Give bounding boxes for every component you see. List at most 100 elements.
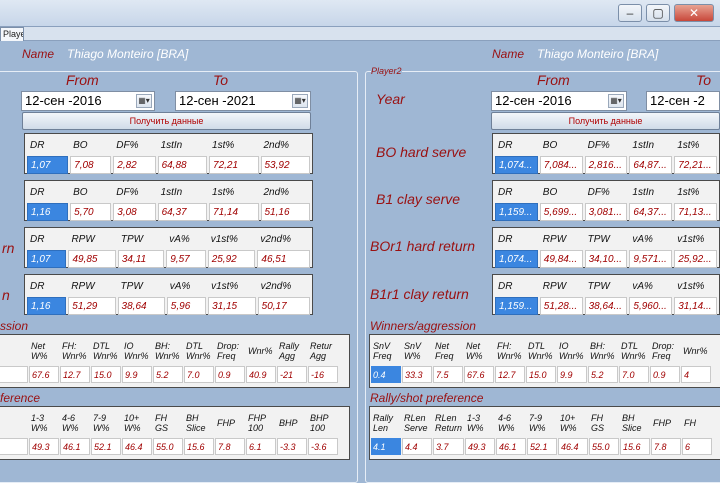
- table-cell[interactable]: 7.8: [651, 438, 682, 455]
- table-cell[interactable]: 31,15: [208, 297, 256, 315]
- table-cell[interactable]: 33.3: [402, 366, 432, 383]
- table-cell[interactable]: 2,82: [113, 156, 156, 174]
- table-cell[interactable]: 25,92: [207, 250, 256, 268]
- table-cell[interactable]: 49.3: [29, 438, 59, 455]
- table-cell[interactable]: -21: [277, 366, 307, 383]
- table-cell[interactable]: 7,084...: [539, 156, 583, 174]
- table-cell[interactable]: 9.9: [122, 366, 152, 383]
- table-cell[interactable]: 64,87...: [629, 156, 673, 174]
- table-cell[interactable]: 49,84...: [539, 250, 583, 268]
- table-cell[interactable]: 38,64...: [584, 297, 628, 315]
- table-cell[interactable]: 71,14: [209, 203, 259, 221]
- table-cell[interactable]: 46.4: [558, 438, 589, 455]
- table-cell[interactable]: 7.0: [619, 366, 649, 383]
- table-cell[interactable]: 1,07: [27, 156, 69, 174]
- table-cell[interactable]: 1,16: [27, 297, 67, 315]
- table-cell[interactable]: 6: [682, 438, 713, 455]
- minimize-button[interactable]: –: [618, 4, 642, 22]
- table-cell[interactable]: 51,28...: [539, 297, 583, 315]
- table-cell[interactable]: 1,074...: [495, 250, 538, 268]
- table-cell[interactable]: 52.1: [91, 438, 121, 455]
- table-cell[interactable]: 0.9: [650, 366, 680, 383]
- table-cell[interactable]: 72,21...: [674, 156, 717, 174]
- right-get-data-button[interactable]: Получить данные: [491, 112, 720, 130]
- table-cell[interactable]: 64,37: [157, 203, 208, 221]
- right-to-date-picker[interactable]: 12-сен -2: [646, 91, 720, 111]
- table-cell[interactable]: 51,29: [68, 297, 116, 315]
- table-cell[interactable]: -3.6: [308, 438, 338, 455]
- table-cell[interactable]: 3.7: [433, 438, 465, 455]
- table-cell[interactable]: 4.1: [371, 438, 401, 455]
- table-cell[interactable]: 4.4: [402, 438, 432, 455]
- table-cell[interactable]: 55.0: [589, 438, 620, 455]
- table-cell[interactable]: 38,64: [117, 297, 165, 315]
- table-cell[interactable]: 15.0: [91, 366, 121, 383]
- table-cell[interactable]: -3.3: [277, 438, 307, 455]
- table-cell[interactable]: 1,159...: [495, 203, 538, 221]
- table-cell[interactable]: 71,13...: [674, 203, 717, 221]
- table-cell[interactable]: [0, 438, 28, 455]
- table-cell[interactable]: 9,57: [166, 250, 206, 268]
- calendar-dropdown-icon[interactable]: ▦▾: [608, 94, 624, 108]
- left-get-data-button[interactable]: Получить данные: [22, 112, 311, 130]
- table-cell[interactable]: 0.4: [371, 366, 401, 383]
- table-cell[interactable]: 5.2: [588, 366, 618, 383]
- table-cell[interactable]: 31,14...: [674, 297, 717, 315]
- table-cell[interactable]: 5.2: [153, 366, 183, 383]
- calendar-dropdown-icon[interactable]: ▦▾: [136, 94, 152, 108]
- table-cell[interactable]: 53,92: [260, 156, 310, 174]
- table-cell[interactable]: 15.6: [184, 438, 214, 455]
- table-cell[interactable]: 7.0: [184, 366, 214, 383]
- table-cell[interactable]: 1,07: [27, 250, 67, 268]
- table-cell[interactable]: -16: [308, 366, 338, 383]
- table-cell[interactable]: 5,96: [166, 297, 207, 315]
- table-cell[interactable]: 6.1: [246, 438, 276, 455]
- table-cell[interactable]: 64,37...: [629, 203, 673, 221]
- table-cell[interactable]: 1,074...: [495, 156, 538, 174]
- left-to-date-picker[interactable]: 12-сен -2021 ▦▾: [175, 91, 311, 111]
- table-cell[interactable]: 55.0: [153, 438, 183, 455]
- left-from-date-picker[interactable]: 12-сен -2016 ▦▾: [21, 91, 155, 111]
- table-cell[interactable]: 9.9: [557, 366, 587, 383]
- table-cell[interactable]: 64,88: [157, 156, 208, 174]
- table-cell[interactable]: 7.8: [215, 438, 245, 455]
- table-cell[interactable]: 15.6: [620, 438, 651, 455]
- table-cell[interactable]: 12.7: [495, 366, 525, 383]
- close-button[interactable]: ✕: [674, 4, 714, 22]
- table-cell[interactable]: 3,081...: [584, 203, 628, 221]
- table-cell[interactable]: 34,11: [117, 250, 165, 268]
- table-cell[interactable]: 1,159...: [495, 297, 538, 315]
- maximize-button[interactable]: ▢: [646, 4, 670, 22]
- table-cell[interactable]: 50,17: [257, 297, 310, 315]
- table-cell[interactable]: 49,85: [68, 250, 116, 268]
- right-from-date-picker[interactable]: 12-сен -2016 ▦▾: [491, 91, 627, 111]
- table-cell[interactable]: 25,92...: [674, 250, 717, 268]
- table-cell[interactable]: 52.1: [527, 438, 558, 455]
- table-cell[interactable]: 5,699...: [539, 203, 583, 221]
- table-cell[interactable]: 1,16: [27, 203, 69, 221]
- table-cell[interactable]: 72,21: [209, 156, 259, 174]
- table-cell[interactable]: 40.9: [246, 366, 276, 383]
- table-cell[interactable]: 12.7: [60, 366, 90, 383]
- table-cell[interactable]: 46,51: [257, 250, 310, 268]
- table-cell[interactable]: 5,960...: [629, 297, 673, 315]
- table-cell[interactable]: 67.6: [29, 366, 59, 383]
- table-cell[interactable]: 15.0: [526, 366, 556, 383]
- table-cell[interactable]: 67.6: [464, 366, 494, 383]
- table-cell[interactable]: [0, 366, 28, 383]
- tab-player2[interactable]: Player2: [0, 27, 24, 41]
- table-cell[interactable]: 7,08: [70, 156, 112, 174]
- table-cell[interactable]: 3,08: [113, 203, 156, 221]
- table-cell[interactable]: 34,10...: [584, 250, 628, 268]
- calendar-dropdown-icon[interactable]: ▦▾: [292, 94, 308, 108]
- table-cell[interactable]: 46.1: [496, 438, 527, 455]
- table-cell[interactable]: 51,16: [260, 203, 310, 221]
- table-cell[interactable]: 4: [681, 366, 711, 383]
- table-cell[interactable]: 5,70: [70, 203, 112, 221]
- table-cell[interactable]: 49.3: [465, 438, 496, 455]
- table-cell[interactable]: 2,816...: [584, 156, 628, 174]
- table-cell[interactable]: 46.4: [122, 438, 152, 455]
- table-cell[interactable]: 46.1: [60, 438, 90, 455]
- table-cell[interactable]: 9,571...: [629, 250, 673, 268]
- table-cell[interactable]: 7.5: [433, 366, 463, 383]
